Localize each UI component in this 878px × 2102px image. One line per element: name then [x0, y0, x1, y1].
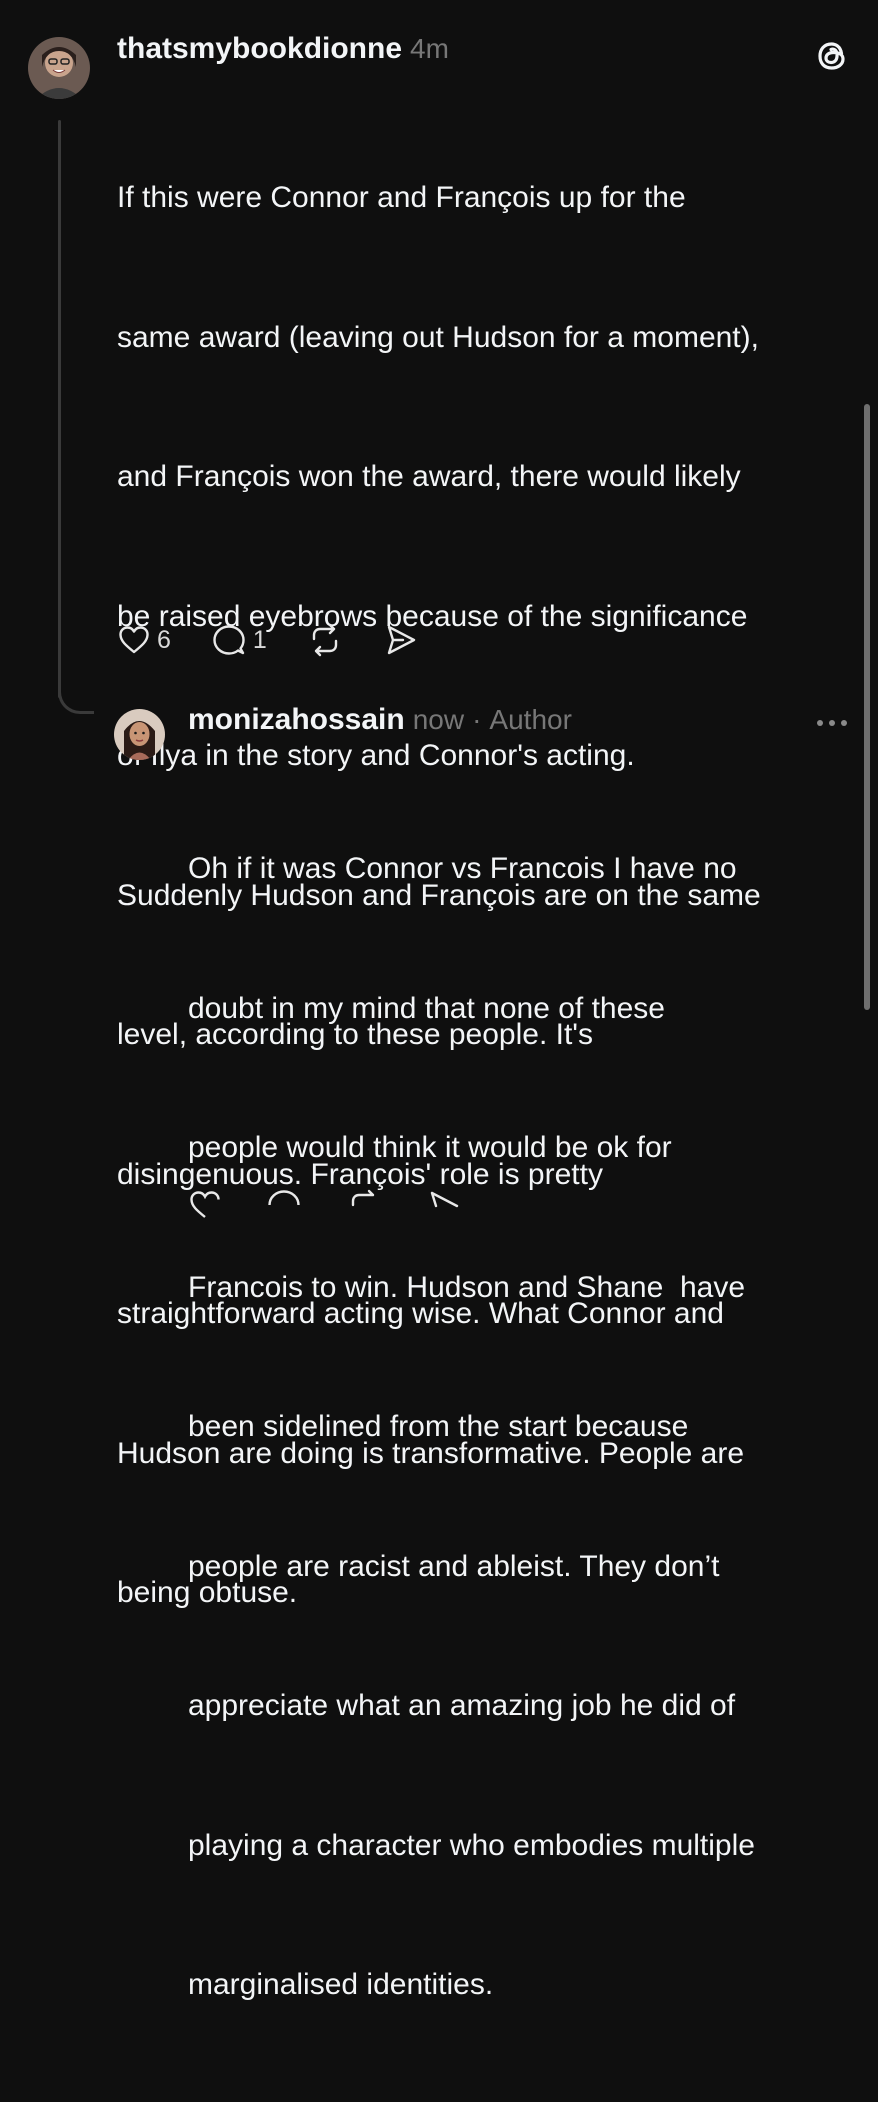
send-icon — [387, 625, 416, 655]
threads-logo-icon[interactable] — [812, 36, 852, 76]
post-timestamp: 4m — [410, 33, 449, 64]
reply-body: Oh if it was Connor vs Francois I have n… — [188, 753, 858, 2102]
reply-line: playing a character who embodies multipl… — [188, 1828, 755, 1862]
reply-timestamp: now — [412, 704, 465, 735]
repost-icon — [312, 623, 338, 657]
comment-button[interactable]: 1 — [211, 623, 267, 657]
post-username[interactable]: thatsmybookdionne — [117, 32, 402, 66]
reply-header: monizahossain now · Author — [188, 703, 572, 743]
post-line: same award (leaving out Hudson for a mom… — [117, 320, 759, 354]
reply-line: doubt in my mind that none of these — [188, 991, 665, 1025]
repost-icon[interactable] — [346, 1188, 382, 1218]
reply-line: Oh if it was Connor vs Francois I have n… — [188, 852, 737, 885]
reply-count: 1 — [252, 625, 267, 654]
author-label: Author — [489, 704, 572, 735]
thread-connector — [58, 680, 94, 714]
comment-bubble-icon[interactable] — [266, 1188, 302, 1218]
reply-actions — [188, 1188, 462, 1218]
reply-line: Francois to win. Hudson and Shane have — [188, 1270, 746, 1304]
comment-bubble-icon — [213, 625, 245, 655]
reply-username[interactable]: monizahossain — [188, 703, 405, 737]
reply-line: appreciate what an amazing job he did of — [188, 1689, 736, 1722]
send-icon[interactable] — [426, 1188, 462, 1218]
like-count: 6 — [157, 625, 171, 654]
avatar[interactable] — [28, 37, 90, 99]
thread-line — [58, 120, 61, 698]
scrollbar[interactable] — [864, 404, 870, 1010]
avatar[interactable] — [114, 709, 165, 760]
post-line: If this were Connor and François up for … — [117, 181, 686, 214]
reply-line: been sidelined from the start because — [188, 1410, 689, 1443]
post-actions: 6 1 — [117, 620, 459, 660]
post-header: thatsmybookdionne 4m — [117, 32, 449, 72]
reply-line: marginalised identities. — [188, 1968, 494, 2001]
reply-line: people are racist and ableist. They don’… — [188, 1549, 720, 1583]
more-dots-icon[interactable] — [812, 713, 852, 733]
repost-button[interactable] — [307, 622, 343, 658]
post-line: and François won the award, there would … — [117, 460, 741, 493]
heart-icon — [119, 626, 149, 654]
meta-separator: · — [472, 704, 482, 735]
heart-icon[interactable] — [188, 1188, 222, 1218]
share-button[interactable] — [383, 622, 419, 658]
like-button[interactable]: 6 — [117, 623, 171, 657]
reply-line: people would think it would be ok for — [188, 1131, 672, 1164]
